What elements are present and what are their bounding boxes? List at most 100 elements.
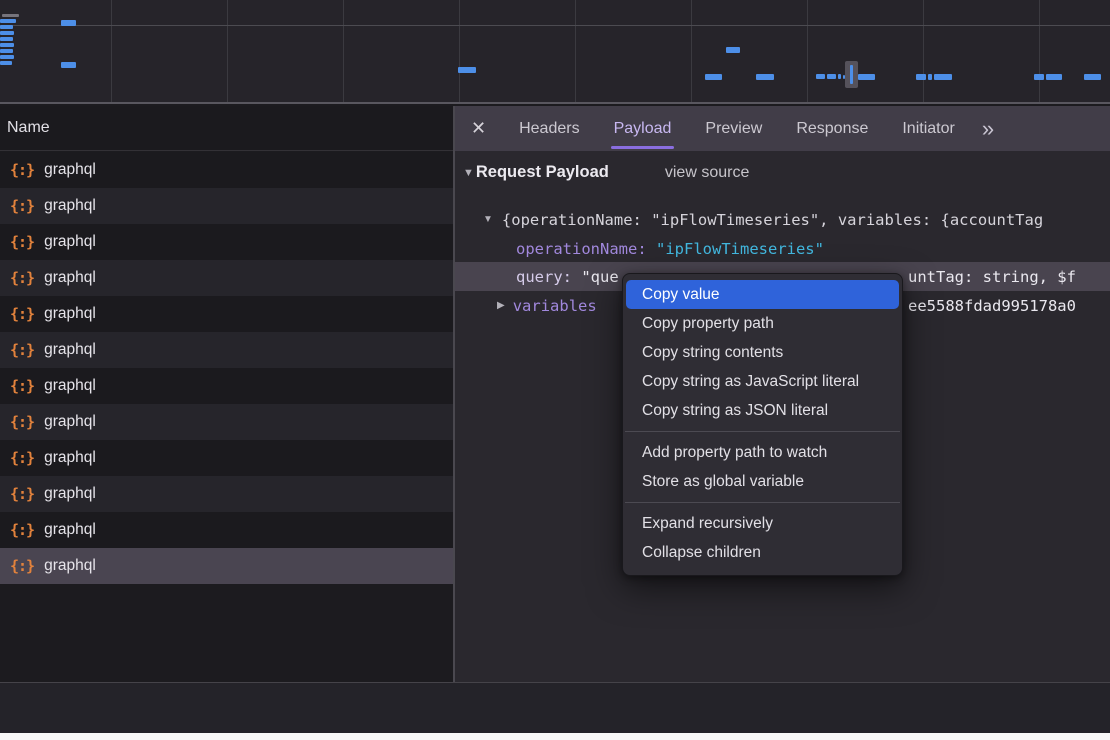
network-overview-timeline[interactable] (0, 0, 1110, 104)
overview-baseline (0, 25, 1110, 26)
request-row-graphql[interactable]: {:}graphql (0, 404, 453, 440)
property-value-right: untTag: string, $f (908, 268, 1076, 286)
overview-gridline (923, 0, 924, 102)
request-timing-bar[interactable] (0, 19, 16, 23)
more-tabs-icon[interactable]: » (982, 116, 992, 142)
request-timing-bar[interactable] (705, 74, 722, 80)
overview-gridline (343, 0, 344, 102)
tab-headers[interactable]: Headers (502, 106, 596, 151)
request-timing-bar[interactable] (0, 37, 13, 41)
request-timing-bar[interactable] (827, 74, 836, 79)
request-name-label: graphql (44, 521, 96, 539)
request-row-graphql[interactable]: {:}graphql (0, 224, 453, 260)
request-name-label: graphql (44, 377, 96, 395)
menu-item-add-property-path-to-watch[interactable]: Add property path to watch (626, 438, 899, 467)
request-timing-bar[interactable] (1046, 74, 1062, 80)
request-name-label: graphql (44, 197, 96, 215)
window-edge (0, 733, 1110, 740)
expand-triangle-icon[interactable]: ▼ (483, 214, 493, 225)
request-timing-bar[interactable] (0, 25, 13, 29)
request-timing-bar[interactable] (756, 74, 774, 80)
request-row-graphql[interactable]: {:}graphql (0, 512, 453, 548)
tab-initiator[interactable]: Initiator (885, 106, 971, 151)
request-timing-bar[interactable] (61, 20, 76, 26)
menu-item-copy-string-as-json-literal[interactable]: Copy string as JSON literal (626, 396, 899, 425)
menu-item-copy-string-contents[interactable]: Copy string contents (626, 338, 899, 367)
request-timing-bar[interactable] (726, 47, 740, 53)
tab-preview[interactable]: Preview (688, 106, 779, 151)
request-row-graphql-selected[interactable]: {:} graphql (0, 548, 453, 584)
json-braces-icon: {:} (10, 341, 34, 359)
json-braces-icon: {:} (10, 485, 34, 503)
section-expand-triangle-icon[interactable]: ▼ (463, 167, 474, 179)
menu-item-copy-property-path[interactable]: Copy property path (626, 309, 899, 338)
request-timing-bar[interactable] (0, 49, 13, 53)
menu-separator (625, 502, 900, 503)
request-name-label: graphql (44, 557, 96, 575)
json-braces-icon: {:} (10, 557, 34, 575)
overview-gridline (1039, 0, 1040, 102)
summary-bar (0, 683, 1110, 733)
request-timing-bar[interactable] (928, 74, 932, 80)
menu-item-expand-recursively[interactable]: Expand recursively (626, 509, 899, 538)
request-timing-bar[interactable] (1034, 74, 1044, 80)
property-value-left: "que (581, 268, 618, 286)
request-row-graphql[interactable]: {:} graphql (0, 476, 453, 512)
request-timing-bar[interactable] (816, 74, 825, 79)
payload-object-preview: {operationName: "ipFlowTimeseries", vari… (502, 211, 1043, 229)
menu-item-copy-value[interactable]: Copy value (626, 280, 899, 309)
panel-divider[interactable] (453, 106, 455, 733)
request-name-label: graphql (44, 269, 96, 287)
request-payload-section-header[interactable]: ▼ Request Payload view source (463, 163, 749, 182)
name-column-header[interactable]: Name (0, 106, 454, 151)
request-timing-bar[interactable] (0, 61, 12, 65)
request-timing-bar[interactable] (1084, 74, 1101, 80)
request-row-graphql[interactable]: {:} graphql (0, 332, 453, 368)
json-braces-icon: {:} (10, 197, 34, 215)
json-braces-icon: {:} (10, 161, 34, 179)
request-name-label: graphql (44, 413, 96, 431)
request-name-label: graphql (44, 485, 96, 503)
menu-item-collapse-children[interactable]: Collapse children (626, 538, 899, 567)
request-timing-bar[interactable] (0, 55, 14, 59)
tab-response[interactable]: Response (779, 106, 885, 151)
close-icon[interactable]: ✕ (471, 118, 486, 139)
request-row-graphql[interactable]: {:} graphql (0, 260, 453, 296)
menu-item-copy-string-as-javascript-literal[interactable]: Copy string as JavaScript literal (626, 367, 899, 396)
operation-name-row[interactable]: operationName: "ipFlowTimeseries" (455, 234, 1110, 263)
json-braces-icon: {:} (10, 377, 34, 395)
json-braces-icon: {:} (10, 269, 34, 287)
request-timing-bar[interactable] (858, 74, 875, 80)
request-row-graphql[interactable]: {:}graphql (0, 296, 453, 332)
request-timing-bar[interactable] (838, 74, 841, 79)
tab-strip: HeadersPayloadPreviewResponseInitiator (502, 106, 972, 151)
request-timing-bar[interactable] (0, 43, 14, 47)
devtools-network-panel: Name {:}graphql{:}graphql{:}graphql{:}gr… (0, 0, 1110, 740)
request-timing-bar[interactable] (934, 74, 952, 80)
property-key: operationName: (516, 240, 647, 258)
overview-selection-tick (850, 65, 853, 84)
request-row-graphql[interactable]: {:} graphql (0, 368, 453, 404)
request-row-graphql[interactable]: {:}graphql (0, 440, 453, 476)
request-timing-bar[interactable] (0, 31, 14, 35)
request-name-label: graphql (44, 161, 96, 179)
property-value-right: ee5588fdad995178a0 (908, 297, 1076, 315)
request-list: {:} graphql {:} graphql {:} graphql {:} graphql… (0, 152, 453, 584)
request-name-label: graphql (44, 341, 96, 359)
request-row-graphql[interactable]: {:} graphql (0, 152, 453, 188)
menu-item-store-as-global-variable[interactable]: Store as global variable (626, 467, 899, 496)
collapsed-triangle-icon[interactable]: ▶ (497, 300, 505, 311)
payload-root-row[interactable]: ▼ {operationName: "ipFlowTimeseries", var… (455, 205, 1110, 234)
overview-gridline (459, 0, 460, 102)
name-column-label: Name (7, 119, 50, 137)
json-braces-icon: {:} (10, 233, 34, 251)
request-timing-bar[interactable] (916, 74, 926, 80)
overview-gridline (575, 0, 576, 102)
view-source-link[interactable]: view source (665, 164, 749, 182)
request-timing-bar[interactable] (61, 62, 76, 68)
request-timing-bar[interactable] (458, 67, 476, 73)
property-value: "ipFlowTimeseries" (656, 240, 824, 258)
request-row-graphql[interactable]: {:} graphql (0, 188, 453, 224)
request-timing-bar[interactable] (2, 14, 19, 17)
tab-payload[interactable]: Payload (597, 106, 689, 151)
